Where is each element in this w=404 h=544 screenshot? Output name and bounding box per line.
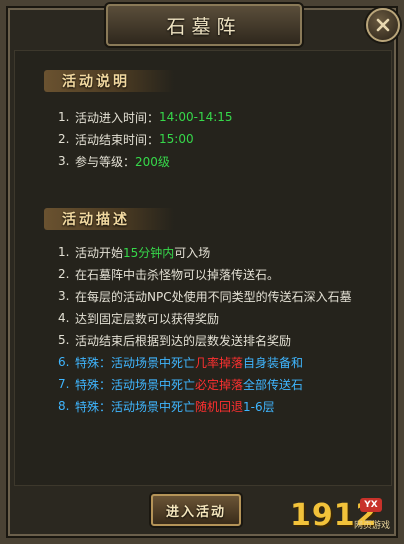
item-number: 7. — [58, 377, 70, 391]
item-text: 在每层的活动NPC处使用不同类型的传送石深入石墓 — [75, 289, 352, 304]
section-header-intro: 活动说明 — [44, 70, 174, 92]
item-number: 8. — [58, 399, 70, 413]
list-item: 3. 在每层的活动NPC处使用不同类型的传送石深入石墓 — [58, 286, 352, 306]
item-number: 6. — [58, 355, 70, 369]
site-logo: 1912 YX 网页游戏 — [290, 496, 398, 536]
item-value: 15:00 — [159, 132, 194, 146]
item-warning: 几率掉落 — [195, 355, 244, 370]
item-warning: 随机回退 — [195, 399, 244, 414]
item-text: 自身装备和 — [243, 355, 304, 370]
section-header-desc: 活动描述 — [44, 208, 174, 230]
item-number: 1. — [58, 245, 70, 259]
item-label: 参与等级： — [75, 154, 136, 169]
dialog-title: 石墓阵 — [166, 15, 242, 38]
item-number: 4. — [58, 311, 70, 325]
list-item: 4. 达到固定层数可以获得奖励 — [58, 308, 219, 328]
list-item: 3. 参与等级： 200级 — [58, 151, 170, 171]
list-item-special: 7. 特殊：活动场景中死亡 必定掉落 全部传送石 — [58, 374, 303, 394]
close-icon — [376, 18, 390, 32]
list-item-special: 6. 特殊：活动场景中死亡 几率掉落 自身装备和 — [58, 352, 303, 372]
list-item: 2. 在石墓阵中击杀怪物可以掉落传送石。 — [58, 264, 279, 284]
item-value: 14:00-14:15 — [159, 110, 233, 124]
item-number: 3. — [58, 289, 70, 303]
item-text: 特殊：活动场景中死亡 — [75, 399, 196, 414]
item-text: 活动结束后根据到达的层数发送排名奖励 — [75, 333, 292, 348]
title-bar: 石墓阵 — [106, 4, 302, 46]
list-item: 1. 活动开始 15分钟内 可入场 — [58, 242, 210, 262]
list-item: 5. 活动结束后根据到达的层数发送排名奖励 — [58, 330, 291, 350]
item-text: 在石墓阵中击杀怪物可以掉落传送石。 — [75, 267, 280, 282]
item-label: 活动结束时间： — [75, 132, 160, 147]
logo-badge: YX — [360, 498, 382, 512]
item-number: 3. — [58, 154, 70, 168]
enter-activity-button[interactable]: 进入活动 — [151, 494, 241, 526]
item-label: 活动进入时间： — [75, 110, 160, 125]
item-text: 活动开始 — [75, 245, 124, 260]
list-item-special: 8. 特殊：活动场景中死亡 随机回退 1-6层 — [58, 396, 275, 416]
item-number: 2. — [58, 267, 70, 281]
item-value: 200级 — [135, 154, 170, 169]
item-number: 2. — [58, 132, 70, 146]
item-number: 5. — [58, 333, 70, 347]
list-item: 2. 活动结束时间： 15:00 — [58, 129, 194, 149]
item-highlight: 15分钟内 — [123, 245, 175, 260]
item-number: 1. — [58, 110, 70, 124]
item-text: 达到固定层数可以获得奖励 — [75, 311, 220, 326]
close-button[interactable] — [366, 8, 400, 42]
item-text: 可入场 — [174, 245, 211, 260]
item-warning: 必定掉落 — [195, 377, 244, 392]
item-text: 1-6层 — [243, 399, 275, 414]
logo-subtitle: 网页游戏 — [354, 521, 391, 531]
item-text: 特殊：活动场景中死亡 — [75, 377, 196, 392]
section-title: 活动说明 — [62, 74, 130, 90]
section-title: 活动描述 — [62, 212, 130, 228]
list-item: 1. 活动进入时间： 14:00-14:15 — [58, 107, 233, 127]
item-text: 特殊：活动场景中死亡 — [75, 355, 196, 370]
item-text: 全部传送石 — [243, 377, 304, 392]
